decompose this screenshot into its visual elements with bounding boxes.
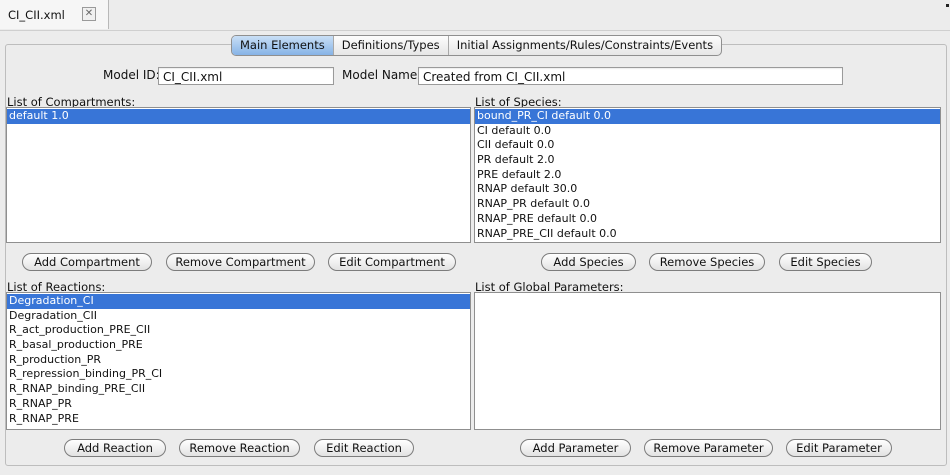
edit-reaction-button[interactable]: Edit Reaction (314, 439, 414, 457)
list-item[interactable]: bound_PR_CI default 0.0 (475, 109, 940, 124)
remove-compartment-button[interactable]: Remove Compartment (166, 253, 315, 271)
edit-species-button[interactable]: Edit Species (779, 253, 872, 271)
compartments-list[interactable]: default 1.0 (6, 107, 471, 243)
list-item[interactable]: RNAP default 30.0 (475, 182, 940, 197)
remove-parameter-button[interactable]: Remove Parameter (644, 439, 773, 457)
document-tab[interactable]: CI_CII.xml ✕ (0, 0, 109, 29)
list-item[interactable]: Degradation_CI (7, 294, 470, 309)
list-item[interactable]: PR default 2.0 (475, 153, 940, 168)
document-tab-title: CI_CII.xml (8, 8, 65, 22)
tab-initial-assignments[interactable]: Initial Assignments/Rules/Constraints/Ev… (449, 36, 721, 55)
global-parameters-list[interactable] (474, 292, 941, 430)
list-item[interactable]: default 1.0 (7, 109, 470, 124)
list-item[interactable]: CII default 0.0 (475, 138, 940, 153)
list-item[interactable]: R_production_PR (7, 353, 470, 368)
add-parameter-button[interactable]: Add Parameter (520, 439, 631, 457)
remove-reaction-button[interactable]: Remove Reaction (179, 439, 300, 457)
add-reaction-button[interactable]: Add Reaction (64, 439, 166, 457)
list-item[interactable]: RNAP_PR default 0.0 (475, 197, 940, 212)
species-list[interactable]: bound_PR_CI default 0.0 CI default 0.0 CII… (474, 107, 941, 243)
list-item[interactable]: RNAP_PRE default 0.0 (475, 212, 940, 227)
tab-main-elements[interactable]: Main Elements (232, 36, 334, 55)
list-item[interactable]: R_basal_production_PRE (7, 338, 470, 353)
list-item[interactable]: Degradation_CII (7, 309, 470, 324)
list-item[interactable]: R_repression_binding_PR_CI (7, 367, 470, 382)
list-item[interactable]: R_RNAP_PRE (7, 412, 470, 427)
list-item[interactable]: PRE default 2.0 (475, 168, 940, 183)
model-id-field[interactable]: CI_CII.xml (158, 67, 334, 85)
remove-species-button[interactable]: Remove Species (649, 253, 765, 271)
edit-compartment-button[interactable]: Edit Compartment (328, 253, 456, 271)
list-item[interactable]: R_act_production_PRE_CII (7, 323, 470, 338)
document-tab-strip: CI_CII.xml ✕ (0, 0, 950, 31)
list-item[interactable]: R_RNAP_PR (7, 397, 470, 412)
tab-definitions-types[interactable]: Definitions/Types (334, 36, 449, 55)
list-item[interactable]: R_RNAP_binding_PRE_CII (7, 382, 470, 397)
corner-marker (946, 4, 949, 7)
add-species-button[interactable]: Add Species (541, 253, 636, 271)
reactions-list[interactable]: Degradation_CI Degradation_CII R_act_produ… (6, 292, 471, 430)
edit-parameter-button[interactable]: Edit Parameter (786, 439, 892, 457)
close-icon[interactable]: ✕ (82, 7, 96, 21)
model-name-field[interactable]: Created from CI_CII.xml (418, 67, 843, 85)
tab-bar: Main Elements Definitions/Types Initial … (231, 35, 723, 56)
model-id-label: Model ID: (103, 68, 160, 82)
add-compartment-button[interactable]: Add Compartment (22, 253, 152, 271)
list-item[interactable]: RNAP_PRE_CII default 0.0 (475, 227, 940, 242)
model-name-label: Model Name: (342, 68, 422, 82)
list-item[interactable]: CI default 0.0 (475, 124, 940, 139)
